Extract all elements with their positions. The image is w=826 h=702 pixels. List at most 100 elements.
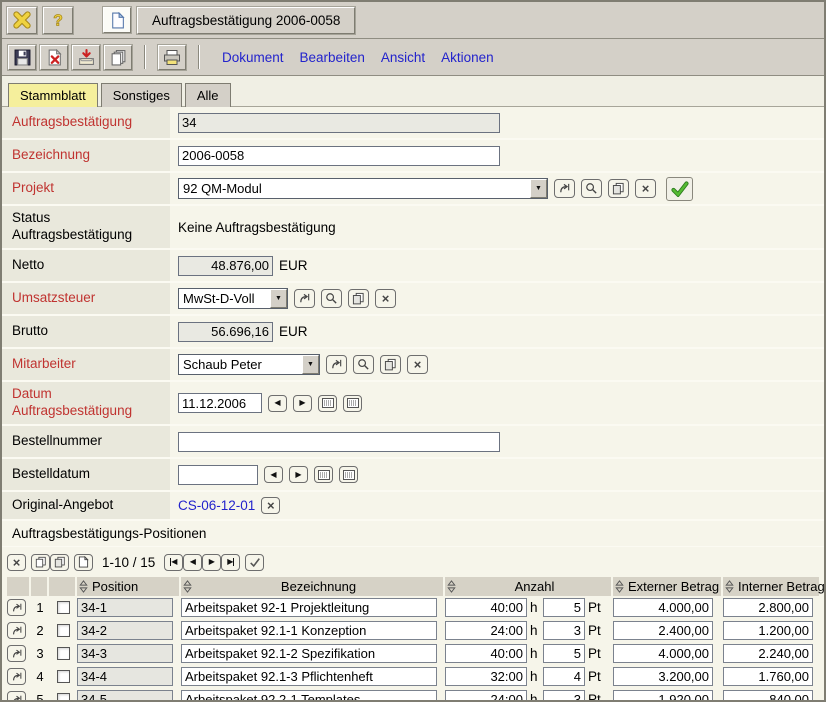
sort-icon[interactable] bbox=[447, 580, 456, 593]
row-open-button[interactable] bbox=[7, 691, 26, 702]
positions-new-button[interactable] bbox=[74, 554, 93, 571]
bestelldatum-calendar-button[interactable] bbox=[314, 466, 333, 483]
save-button[interactable] bbox=[8, 45, 36, 70]
projekt-clear-button[interactable]: × bbox=[635, 179, 656, 198]
datum-prev-day-button[interactable]: ◀ bbox=[268, 395, 287, 412]
datum-input[interactable] bbox=[178, 393, 262, 413]
close-button[interactable] bbox=[7, 7, 37, 34]
bezeichnung-input[interactable] bbox=[181, 621, 437, 640]
bestelldatum-calendar-alt-button[interactable] bbox=[339, 466, 358, 483]
umsatzsteuer-copy-button[interactable] bbox=[348, 289, 369, 308]
bezeichnung-input[interactable] bbox=[181, 667, 437, 686]
projekt-open-button[interactable] bbox=[554, 179, 575, 198]
tab-stammblatt[interactable]: Stammblatt bbox=[8, 83, 98, 107]
punkte-input[interactable] bbox=[543, 598, 585, 617]
mitarbeiter-clear-button[interactable]: × bbox=[407, 355, 428, 374]
bezeichnung-input[interactable] bbox=[178, 146, 500, 166]
punkte-input[interactable] bbox=[543, 667, 585, 686]
positions-next-page-button[interactable]: ▶ bbox=[202, 554, 221, 571]
row-checkbox[interactable] bbox=[57, 647, 70, 660]
mitarbeiter-search-button[interactable] bbox=[353, 355, 374, 374]
projekt-select[interactable]: 92 QM-Modul ▼ bbox=[178, 178, 548, 199]
umsatzsteuer-open-button[interactable] bbox=[294, 289, 315, 308]
anzahl-input[interactable] bbox=[445, 644, 527, 663]
projekt-confirm-button[interactable] bbox=[666, 177, 693, 201]
delete-button[interactable] bbox=[40, 45, 68, 70]
position-input[interactable] bbox=[77, 690, 173, 702]
row-checkbox[interactable] bbox=[57, 670, 70, 683]
sort-icon[interactable] bbox=[183, 580, 192, 593]
positions-copy-button[interactable] bbox=[31, 554, 50, 571]
punkte-input[interactable] bbox=[543, 621, 585, 640]
projekt-copy-button[interactable] bbox=[608, 179, 629, 198]
datum-next-day-button[interactable]: ▶ bbox=[293, 395, 312, 412]
externer-betrag-input[interactable] bbox=[613, 690, 713, 702]
bezeichnung-input[interactable] bbox=[181, 644, 437, 663]
anzahl-input[interactable] bbox=[445, 621, 527, 640]
menu-bearbeiten[interactable]: Bearbeiten bbox=[300, 50, 365, 65]
position-input[interactable] bbox=[77, 644, 173, 663]
row-open-button[interactable] bbox=[7, 645, 26, 662]
punkte-input[interactable] bbox=[543, 690, 585, 702]
position-input[interactable] bbox=[77, 598, 173, 617]
interner-betrag-input[interactable] bbox=[723, 667, 813, 686]
positions-prev-page-button[interactable]: ◀ bbox=[183, 554, 202, 571]
auftragsbestaetigung-input[interactable] bbox=[178, 113, 500, 133]
externer-betrag-input[interactable] bbox=[613, 667, 713, 686]
umsatzsteuer-clear-button[interactable]: × bbox=[375, 289, 396, 308]
positions-last-page-button[interactable]: ▶ bbox=[221, 554, 240, 571]
row-checkbox[interactable] bbox=[57, 624, 70, 637]
bestelldatum-next-day-button[interactable]: ▶ bbox=[289, 466, 308, 483]
position-input[interactable] bbox=[77, 621, 173, 640]
original-angebot-clear-button[interactable]: × bbox=[261, 497, 280, 514]
umsatzsteuer-search-button[interactable] bbox=[321, 289, 342, 308]
bezeichnung-input[interactable] bbox=[181, 690, 437, 702]
row-open-button[interactable] bbox=[7, 599, 26, 616]
tab-alle[interactable]: Alle bbox=[185, 83, 231, 107]
externer-betrag-input[interactable] bbox=[613, 644, 713, 663]
datum-calendar-alt-button[interactable] bbox=[343, 395, 362, 412]
sort-icon[interactable] bbox=[615, 580, 624, 593]
interner-betrag-input[interactable] bbox=[723, 598, 813, 617]
tab-sonstiges[interactable]: Sonstiges bbox=[101, 83, 182, 107]
datum-calendar-button[interactable] bbox=[318, 395, 337, 412]
row-checkbox[interactable] bbox=[57, 693, 70, 702]
copy-button[interactable] bbox=[104, 45, 132, 70]
bezeichnung-input[interactable] bbox=[181, 598, 437, 617]
anzahl-input[interactable] bbox=[445, 667, 527, 686]
import-button[interactable] bbox=[72, 45, 100, 70]
mitarbeiter-copy-button[interactable] bbox=[380, 355, 401, 374]
mitarbeiter-open-button[interactable] bbox=[326, 355, 347, 374]
anzahl-input[interactable] bbox=[445, 690, 527, 702]
mitarbeiter-select[interactable]: Schaub Peter ▼ bbox=[178, 354, 320, 375]
row-open-button[interactable] bbox=[7, 668, 26, 685]
interner-betrag-input[interactable] bbox=[723, 644, 813, 663]
row-open-button[interactable] bbox=[7, 622, 26, 639]
anzahl-input[interactable] bbox=[445, 598, 527, 617]
punkte-input[interactable] bbox=[543, 644, 585, 663]
umsatzsteuer-select[interactable]: MwSt-D-Voll ▼ bbox=[178, 288, 288, 309]
sort-icon[interactable] bbox=[79, 580, 88, 593]
positions-apply-button[interactable] bbox=[245, 554, 264, 571]
original-angebot-link[interactable]: CS-06-12-01 bbox=[178, 498, 255, 513]
netto-input[interactable] bbox=[178, 256, 273, 276]
sort-icon[interactable] bbox=[725, 580, 734, 593]
positions-first-page-button[interactable]: ◀ bbox=[164, 554, 183, 571]
bestelldatum-prev-day-button[interactable]: ◀ bbox=[264, 466, 283, 483]
bestellnummer-input[interactable] bbox=[178, 432, 500, 452]
positions-copy-special-button[interactable] bbox=[50, 554, 69, 571]
help-button[interactable]: ? bbox=[43, 7, 73, 34]
menu-dokument[interactable]: Dokument bbox=[222, 50, 284, 65]
menu-ansicht[interactable]: Ansicht bbox=[381, 50, 425, 65]
row-checkbox[interactable] bbox=[57, 601, 70, 614]
externer-betrag-input[interactable] bbox=[613, 598, 713, 617]
bestelldatum-input[interactable] bbox=[178, 465, 258, 485]
position-input[interactable] bbox=[77, 667, 173, 686]
print-button[interactable] bbox=[158, 45, 186, 70]
brutto-input[interactable] bbox=[178, 322, 273, 342]
menu-aktionen[interactable]: Aktionen bbox=[441, 50, 494, 65]
interner-betrag-input[interactable] bbox=[723, 621, 813, 640]
interner-betrag-input[interactable] bbox=[723, 690, 813, 702]
projekt-search-button[interactable] bbox=[581, 179, 602, 198]
positions-delete-button[interactable]: × bbox=[7, 554, 26, 571]
